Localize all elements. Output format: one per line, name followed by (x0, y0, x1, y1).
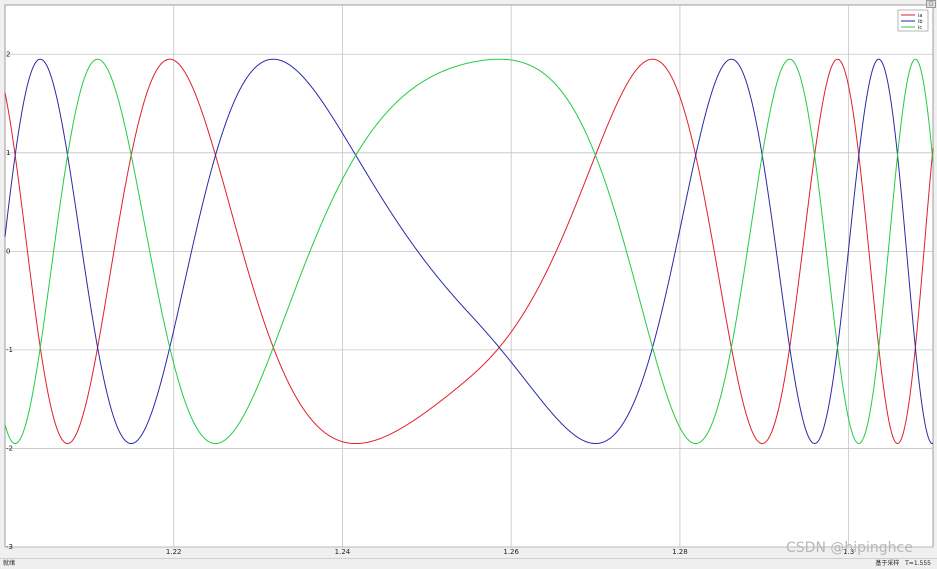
y-tick-label: -2 (6, 444, 13, 452)
x-tick-label: 1.22 (166, 548, 182, 556)
y-tick-label: 1 (6, 149, 10, 157)
legend[interactable]: iaibic (897, 9, 929, 32)
plot-area (4, 4, 934, 548)
x-axis-ticks: 1.22 1.24 1.26 1.28 1.3 (166, 548, 854, 556)
y-tick-label: -3 (6, 543, 13, 551)
scope-plot[interactable]: -3-2-1012 1.22 1.24 1.26 1.28 1.3 iaibic (0, 0, 937, 558)
y-tick-label: -1 (6, 346, 13, 354)
maximize-icon[interactable]: □ (926, 0, 936, 8)
status-time: T=1.555 (905, 560, 931, 567)
x-tick-label: 1.24 (335, 548, 351, 556)
watermark-text: CSDN @hipinghce (786, 540, 913, 556)
scope-window: -3 -2 -1 0 1 2 1.22 1.24 1.26 1.28 1.3 ia ib ic □ 就… (0, 0, 937, 569)
y-tick-label: 0 (6, 247, 10, 255)
status-sampling: 基于采样 (875, 560, 900, 567)
status-bar: 就绪 基于采样 T=1.555 (0, 558, 937, 569)
x-tick-label: 1.26 (503, 548, 519, 556)
x-tick-label: 1.28 (672, 548, 688, 556)
y-tick-label: 2 (6, 50, 10, 58)
legend-label-ic: ic (918, 25, 922, 31)
